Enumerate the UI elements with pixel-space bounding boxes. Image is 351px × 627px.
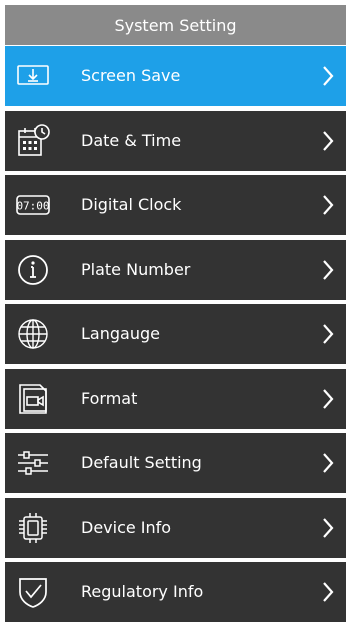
menu-item-screen-save[interactable]: Screen Save bbox=[5, 46, 346, 106]
globe-icon bbox=[15, 316, 51, 352]
menu-item-label: Date & Time bbox=[81, 130, 182, 150]
menu-item-format[interactable]: Format bbox=[5, 368, 346, 429]
menu-item-label: Langauge bbox=[81, 324, 160, 343]
menu-item-label: Device Info bbox=[81, 517, 172, 537]
menu-item-label: Digital Clock bbox=[81, 195, 182, 214]
chevron-right-icon bbox=[322, 452, 334, 474]
system-setting-screen: System Setting Screen Save Date & Time 0… bbox=[0, 0, 351, 622]
chevron-right-icon bbox=[322, 259, 334, 281]
info-icon bbox=[15, 252, 51, 288]
menu-item-label: Format bbox=[81, 388, 138, 408]
sliders-icon bbox=[15, 445, 51, 481]
menu-item-label: Default Setting bbox=[81, 453, 202, 472]
screen-save-icon bbox=[15, 58, 51, 94]
digital-clock-icon: 07:00 bbox=[15, 187, 51, 223]
chevron-right-icon bbox=[322, 517, 334, 539]
menu-item-default-setting[interactable]: Default Setting bbox=[5, 433, 346, 493]
shield-check-icon bbox=[15, 574, 51, 610]
chevron-right-icon bbox=[322, 130, 334, 152]
settings-menu: Screen Save Date & Time 07:00 Digital Cl… bbox=[5, 46, 346, 627]
format-icon bbox=[15, 381, 51, 417]
menu-item-label: Plate Number bbox=[81, 259, 191, 279]
chevron-right-icon bbox=[322, 323, 334, 345]
menu-item-regulatory-info[interactable]: Regulatory Info bbox=[5, 562, 346, 622]
menu-item-date-time[interactable]: Date & Time bbox=[5, 110, 346, 171]
digital-clock-text: 07:00 bbox=[16, 200, 49, 213]
chevron-right-icon bbox=[322, 581, 334, 603]
menu-item-digital-clock[interactable]: 07:00 Digital Clock bbox=[5, 175, 346, 235]
menu-item-label: Screen Save bbox=[81, 66, 181, 85]
menu-item-label: Regulatory Info bbox=[81, 582, 204, 601]
chevron-right-icon bbox=[322, 194, 334, 216]
page-title: System Setting bbox=[5, 5, 346, 45]
chip-icon bbox=[15, 510, 51, 546]
chevron-right-icon bbox=[322, 388, 334, 410]
menu-item-language[interactable]: Langauge bbox=[5, 304, 346, 364]
menu-item-device-info[interactable]: Device Info bbox=[5, 497, 346, 558]
chevron-right-icon bbox=[322, 65, 334, 87]
menu-item-plate-number[interactable]: Plate Number bbox=[5, 239, 346, 300]
calendar-clock-icon bbox=[15, 123, 51, 159]
